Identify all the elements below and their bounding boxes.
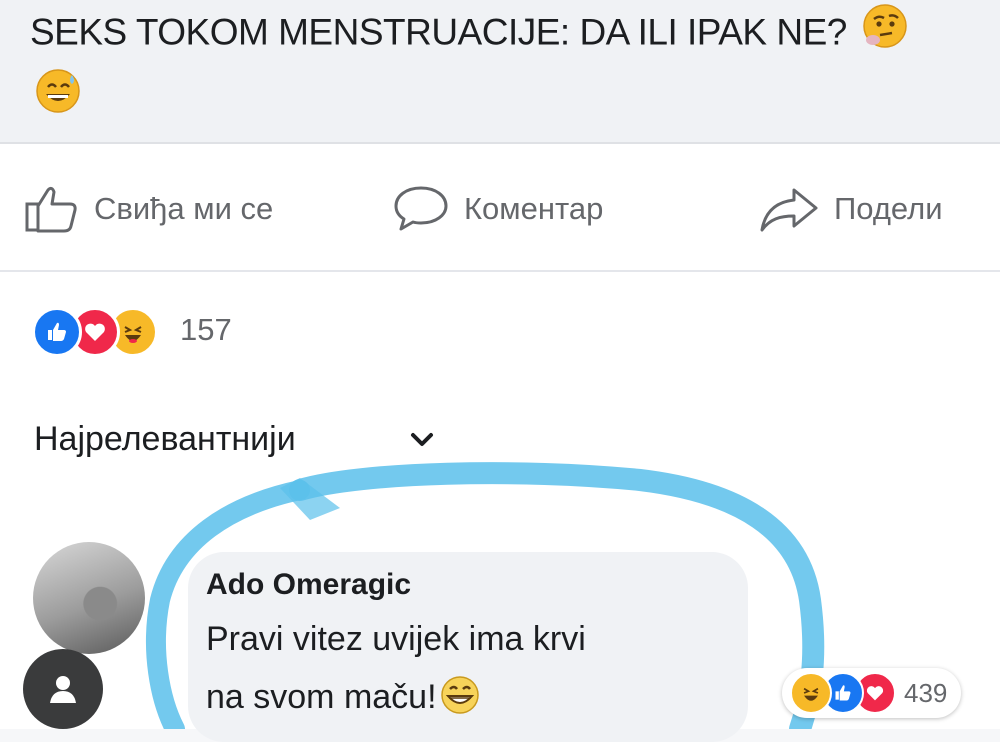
comment-button[interactable]: Коментар <box>392 184 603 234</box>
reaction-count: 157 <box>180 312 232 347</box>
comment-text-line-2: na svom maču! <box>206 674 481 725</box>
grinning-sweat-icon <box>34 67 82 132</box>
comment-sort-row: Најрелевантнији <box>0 384 1000 484</box>
sort-selector-label[interactable]: Најрелевантнији <box>34 420 296 459</box>
thumbs-up-icon <box>25 186 77 233</box>
post-title[interactable]: SEKS TOKOM MENSTRUACIJE: DA ILI IPAK NE? <box>30 2 970 132</box>
share-label: Подели <box>834 191 943 226</box>
grin-icon <box>439 674 481 725</box>
avatar[interactable] <box>33 542 145 654</box>
comment-text-line-2-text: na svom maču! <box>206 678 437 716</box>
comment-label: Коментар <box>464 191 604 226</box>
like-button[interactable]: Свиђа ми се <box>24 184 273 234</box>
haha-reaction-icon <box>790 672 832 714</box>
like-label: Свиђа ми се <box>94 191 274 226</box>
share-button[interactable]: Подели <box>758 184 943 234</box>
comment-text-line-1: Pravi vitez uvijek ima krvi <box>206 620 586 658</box>
user-placeholder-icon[interactable] <box>23 649 103 729</box>
comment-reactions-pill[interactable]: 439 <box>782 668 962 718</box>
chevron-down-icon[interactable] <box>410 432 434 448</box>
comment-reaction-count: 439 <box>904 677 948 708</box>
comment-author[interactable]: Ado Omeragic <box>206 568 411 602</box>
post-header: SEKS TOKOM MENSTRUACIJE: DA ILI IPAK NE? <box>0 0 1000 144</box>
comment-bubble-icon <box>394 186 448 231</box>
post-title-text: SEKS TOKOM MENSTRUACIJE: DA ILI IPAK NE? <box>30 11 847 53</box>
reactions-summary[interactable]: 157 <box>0 272 1000 384</box>
thinking-face-icon <box>861 2 909 67</box>
reaction-icons <box>32 307 158 357</box>
share-arrow-icon <box>760 188 818 232</box>
like-reaction-icon <box>32 307 82 357</box>
post-actions-bar: Свиђа ми се Коментар Подели <box>0 144 1000 272</box>
